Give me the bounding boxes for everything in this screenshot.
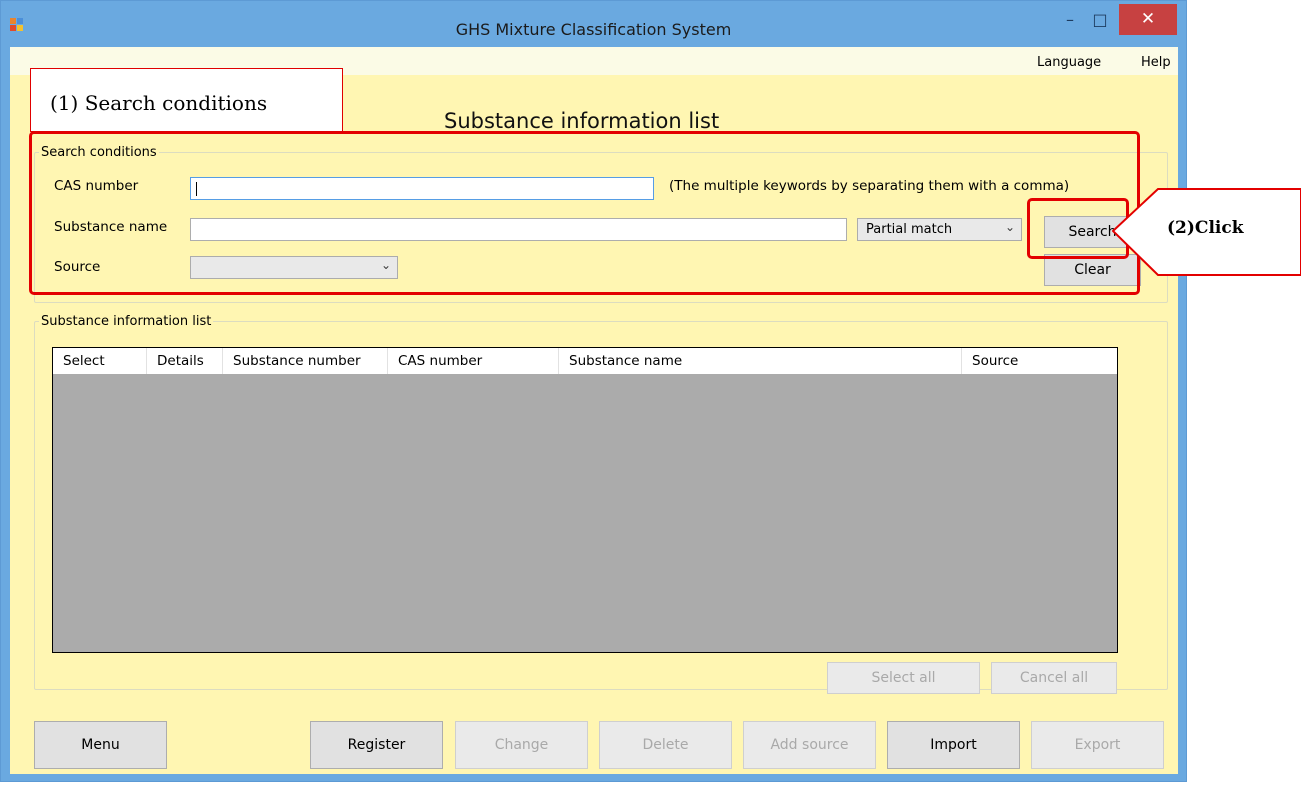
page-title: Substance information list xyxy=(444,109,720,133)
menu-help[interactable]: Help xyxy=(1141,55,1171,70)
substance-list-legend: Substance information list xyxy=(41,314,212,329)
column-header-details[interactable]: Details xyxy=(147,348,223,374)
search-conditions-highlight xyxy=(29,131,1140,295)
step2-callout-text: (2)Click xyxy=(1167,218,1244,238)
column-header-source[interactable]: Source xyxy=(962,348,1117,374)
maximize-button[interactable]: □ xyxy=(1085,7,1115,35)
title-bar[interactable]: GHS Mixture Classification System – □ ✕ xyxy=(1,1,1186,47)
step1-callout-text: (1) Search conditions xyxy=(50,91,268,115)
column-header-substance-name[interactable]: Substance name xyxy=(559,348,962,374)
delete-button[interactable]: Delete xyxy=(599,721,732,769)
register-button[interactable]: Register xyxy=(310,721,443,769)
import-button[interactable]: Import xyxy=(887,721,1020,769)
select-all-button[interactable]: Select all xyxy=(827,662,980,694)
close-button[interactable]: ✕ xyxy=(1119,4,1177,35)
column-header-substance-number[interactable]: Substance number xyxy=(223,348,388,374)
table-header: Select Details Substance number CAS numb… xyxy=(53,348,1117,374)
minimize-button[interactable]: – xyxy=(1055,7,1085,35)
menu-button[interactable]: Menu xyxy=(34,721,167,769)
export-button[interactable]: Export xyxy=(1031,721,1164,769)
substance-table[interactable]: Select Details Substance number CAS numb… xyxy=(52,347,1118,653)
column-header-cas-number[interactable]: CAS number xyxy=(388,348,559,374)
menu-language[interactable]: Language xyxy=(1037,55,1101,70)
window-title: GHS Mixture Classification System xyxy=(455,20,732,39)
change-button[interactable]: Change xyxy=(455,721,588,769)
column-header-select[interactable]: Select xyxy=(53,348,147,374)
cancel-all-button[interactable]: Cancel all xyxy=(991,662,1117,694)
step1-callout: (1) Search conditions xyxy=(30,68,343,132)
add-source-button[interactable]: Add source xyxy=(743,721,876,769)
